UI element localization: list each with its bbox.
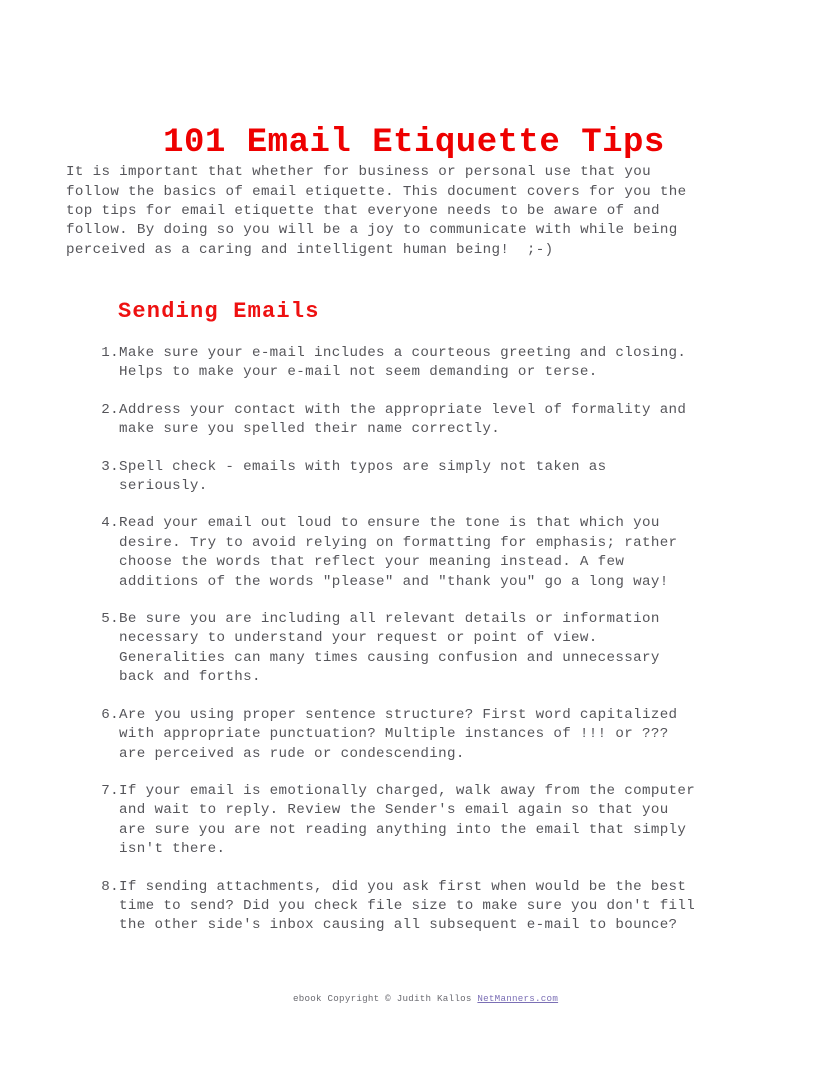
list-item-number: 1.	[101, 345, 119, 361]
netmanners-link[interactable]: NetManners.com	[477, 993, 558, 1004]
list-item: 5. Be sure you are including all relevant…	[98, 610, 778, 688]
list-item: 8. If sending attachments, did you ask fi…	[98, 878, 778, 936]
list-item-number: 4.	[101, 515, 119, 532]
list-item: 4. Read your email out loud to ensure the…	[98, 514, 778, 592]
list-item-number: 6.	[101, 706, 119, 723]
list-item-number: 5.	[101, 611, 119, 628]
list-item-text: Address your contact with the appropriat…	[119, 401, 687, 438]
page-title: 101 Email Etiquette Tips	[163, 123, 665, 162]
list-item: 6. Are you using proper sentence structur…	[98, 706, 778, 764]
list-item-text: Are you using proper sentence structure?…	[119, 706, 678, 762]
list-item-text: Spell check - emails with typos are simp…	[119, 458, 607, 495]
list-item: 1. Make sure your e-mail includes a court…	[98, 344, 778, 383]
list-item-number: 8.	[101, 878, 119, 895]
list-item: 7. If your email is emotionally charged, …	[98, 782, 778, 860]
footer-copyright: ebook Copyright © Judith Kallos	[292, 993, 478, 1004]
list-item: 2. Address your contact with the appropri…	[98, 401, 778, 440]
list-item-number: 2.	[101, 401, 119, 418]
intro-paragraph: It is important that whether for busines…	[66, 164, 687, 258]
document-page: 101 Email Etiquette Tips It is important…	[0, 0, 828, 1072]
section-heading-sending-emails: Sending Emails	[118, 299, 320, 325]
list-item: 3. Spell check - emails with typos are si…	[98, 458, 778, 497]
list-item-text: Be sure you are including all relevant d…	[119, 611, 660, 686]
list-item-text: Make sure your e-mail includes a courteo…	[119, 345, 687, 381]
tips-list: 1. Make sure your e-mail includes a court…	[98, 344, 778, 954]
list-item-text: Read your email out loud to ensure the t…	[119, 515, 678, 590]
list-item-number: 7.	[101, 782, 119, 799]
list-item-text: If your email is emotionally charged, wa…	[119, 782, 696, 858]
list-item-text: If sending attachments, did you ask firs…	[119, 878, 696, 934]
list-item-number: 3.	[101, 458, 119, 475]
page-footer: ebook Copyright © Judith Kallos NetManne…	[0, 979, 828, 1018]
